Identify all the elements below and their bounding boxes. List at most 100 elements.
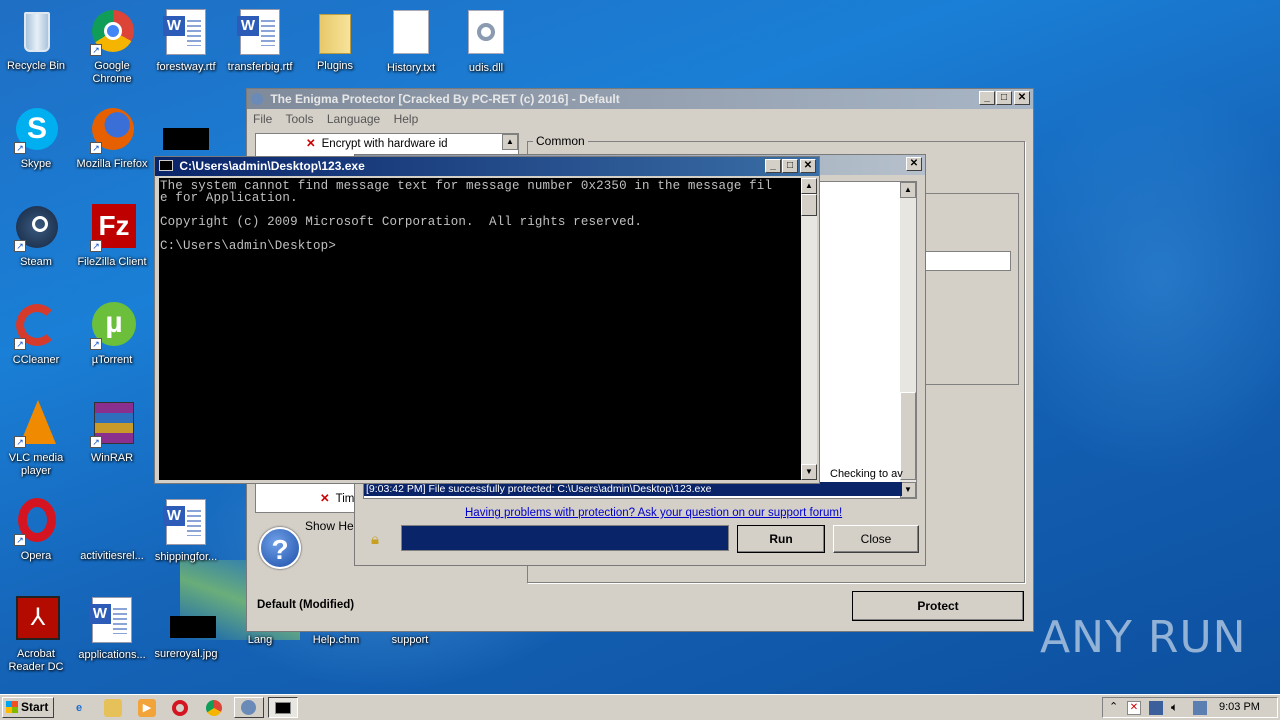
console-icon [159,160,173,171]
opera-icon[interactable] [172,700,188,716]
scroll-down-arrow[interactable]: ▼ [801,464,817,480]
desktop-icon-transferbig[interactable]: W transferbig.rtf [222,8,298,74]
scroll-up-arrow[interactable]: ▲ [801,178,817,194]
desktop-icon-label: sureroyal.jpg [154,648,218,660]
tree-item-encrypt-hwid[interactable]: ✕ Encrypt with hardware id [306,136,506,152]
desktop-icon-label: µTorrent [91,354,133,366]
tree-scroll-up[interactable]: ▲ [502,134,518,150]
media-player-icon[interactable]: ▶ [138,699,156,717]
desktop-icon-label: udis.dll [468,62,504,74]
folder-icon [311,8,359,56]
enigma-title: The Enigma Protector [Cracked By PC-RET … [270,92,620,106]
desktop-icon-lang[interactable]: Lang [222,634,298,647]
desktop-icon-activitiesrel[interactable]: activitiesrel... [74,498,150,563]
desktop-icon-filezilla[interactable]: Fz ↗ FileZilla Client [74,204,150,269]
progress-bar [401,525,729,551]
desktop-icon-label: Plugins [316,60,354,72]
tray-app-icon[interactable] [1193,701,1207,715]
taskbar-console[interactable] [268,697,298,718]
desktop-icon-udis[interactable]: udis.dll [448,8,524,75]
desktop-icon-winrar[interactable]: ↗ WinRAR [74,400,150,465]
console-scrollbar[interactable]: ▲ ▼ [801,178,817,480]
desktop-icon-help-chm[interactable]: Help.chm [298,634,374,647]
desktop-icon-label: Recycle Bin [6,60,66,72]
desktop-icon-label: Skype [20,158,52,170]
desktop-icon-support[interactable]: support [372,634,448,647]
menu-help[interactable]: Help [394,112,419,126]
scroll-up-arrow[interactable]: ▲ [900,182,916,198]
desktop-icon-sureroyal[interactable]: sureroyal.jpg [148,596,224,661]
filezilla-icon: Fz ↗ [88,204,136,252]
tree-item-time[interactable]: ✕ Tim [320,491,354,505]
watermark-text: ANY RUN [1040,612,1247,663]
menu-file[interactable]: File [253,112,272,126]
desktop-icon-applications[interactable]: W applications... [74,596,150,662]
start-button[interactable]: Start [2,697,54,718]
protect-button[interactable]: Protect [852,591,1024,621]
help-icon[interactable]: ? [259,527,301,569]
desktop-icon-ccleaner[interactable]: ↗ CCleaner [0,302,74,367]
console-title: C:\Users\admin\Desktop\123.exe [179,159,365,173]
desktop-icon-firefox[interactable]: ↗ Mozilla Firefox [74,106,150,171]
desktop-icon-acrobat[interactable]: ⅄ Acrobat Reader DC [0,596,74,674]
firefox-icon: ↗ [88,106,136,154]
minimize-button[interactable]: _ [979,91,995,105]
desktop-icon-forestway[interactable]: W forestway.rtf [148,8,224,74]
enigma-titlebar[interactable]: The Enigma Protector [Cracked By PC-RET … [247,89,1033,109]
console-line: e for Application. [160,191,298,205]
desktop-icon-skype[interactable]: S ↗ Skype [0,106,74,171]
support-forum-link[interactable]: Having problems with protection? Ask you… [465,507,842,519]
clock[interactable]: 9:03 PM [1219,701,1260,713]
close-dialog-button[interactable]: Close [833,525,919,553]
desktop-icon-utorrent[interactable]: µ ↗ µTorrent [74,302,150,367]
desktop-icon-opera[interactable]: ↗ Opera [0,498,74,563]
tree-item-label: Encrypt with hardware id [321,138,448,150]
desktop-icon-label: forestway.rtf [156,61,216,73]
scroll-down-arrow[interactable]: ▼ [900,482,916,498]
text-field[interactable] [923,251,1011,271]
desktop-icon-label: Google Chrome [92,60,132,85]
log-line-selected[interactable]: [9:03:42 PM] File successfully protected… [364,482,902,496]
desktop-icon-shippingfor[interactable]: W shippingfor... [148,498,224,564]
chrome-icon: ↗ [88,8,136,56]
log-line: Checking to av [830,468,903,480]
console-titlebar[interactable]: C:\Users\admin\Desktop\123.exe _ □ ✕ [155,157,819,176]
chrome-icon[interactable] [206,700,222,716]
maximize-button[interactable]: □ [996,91,1012,105]
taskbar-enigma[interactable] [234,697,264,718]
scroll-thumb[interactable] [900,392,916,480]
blank-file-icon [88,498,136,546]
close-button[interactable]: ✕ [1014,91,1030,105]
desktop-icon-steam[interactable]: ↗ Steam [0,204,74,269]
close-button[interactable]: ✕ [906,157,922,171]
menu-language[interactable]: Language [327,112,380,126]
maximize-button[interactable]: □ [782,159,798,173]
word-document-icon: W [236,9,284,57]
minimize-button[interactable]: _ [765,159,781,173]
tree-bottom: ✕ Tim [255,485,355,513]
action-center-icon[interactable]: ✕ [1127,701,1141,715]
word-document-icon: W [88,597,136,645]
desktop-icon-chrome[interactable]: ↗ Google Chrome [74,8,150,86]
taskbar: Start e ▶ ⌃ ✕ 🔈︎ 9:03 PM [0,694,1280,720]
desktop-icon-history[interactable]: History.txt [373,8,449,75]
inner-groupbox [923,193,1019,385]
console-output[interactable]: The system cannot find message text for … [159,178,801,480]
scroll-thumb[interactable] [801,194,817,216]
network-icon[interactable] [1149,701,1163,715]
volume-icon[interactable]: 🔈︎ [1171,700,1178,715]
desktop-icon-recycle-bin[interactable]: Recycle Bin [0,8,74,73]
ie-icon[interactable]: e [70,699,88,717]
desktop-icon-label: CCleaner [12,354,60,366]
word-document-icon: W [162,9,210,57]
run-button[interactable]: Run [737,525,825,553]
menu-tools[interactable]: Tools [285,112,313,126]
steam-icon: ↗ [12,204,60,252]
desktop-icon-vlc[interactable]: ↗ VLC media player [0,400,74,478]
desktop-icon-plugins[interactable]: Plugins [297,8,373,73]
desktop-icon-label: Mozilla Firefox [76,158,148,170]
close-button[interactable]: ✕ [800,159,816,173]
chevron-up-icon[interactable]: ⌃ [1109,700,1118,713]
log-scrollbar[interactable]: ▲ ▼ [900,182,916,498]
explorer-icon[interactable] [104,699,122,717]
